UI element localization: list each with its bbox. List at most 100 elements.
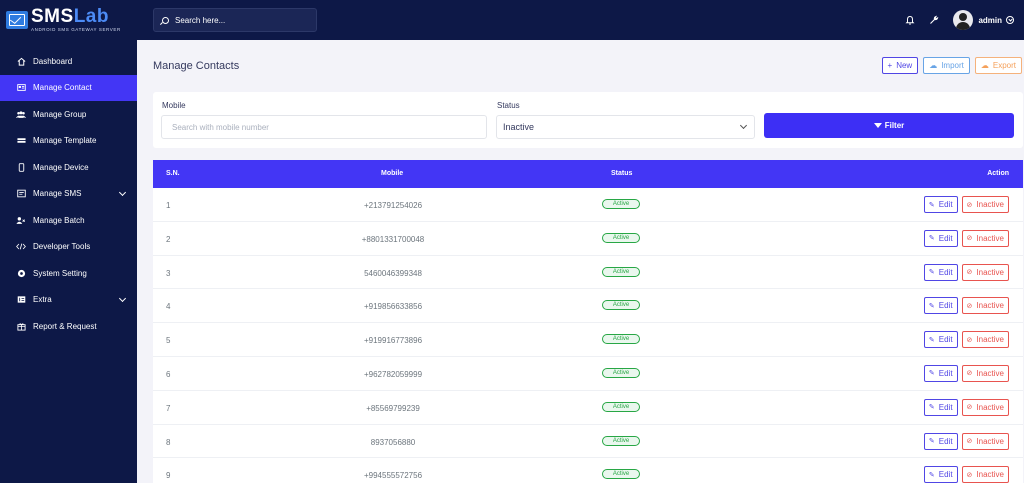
row-mobile: +919856633856 xyxy=(363,302,423,312)
avatar[interactable] xyxy=(953,10,974,30)
import-button[interactable]: ☁ Import xyxy=(923,57,970,74)
sidebar-item-manage-template[interactable]: Manage Template xyxy=(0,128,137,155)
wrench-icon[interactable] xyxy=(929,15,939,25)
eye-slash-icon: ⊘ xyxy=(966,336,973,344)
inactive-button[interactable]: ⊘ Inactive xyxy=(961,196,1009,213)
table-row: 7 +85569799239 Active ✎ Edit ⊘ Inactive xyxy=(153,391,1023,425)
edit-button[interactable]: ✎ Edit xyxy=(923,297,958,315)
eye-slash-icon: ⊘ xyxy=(966,201,973,209)
table-row: 6 +962782059999 Active ✎ Edit ⊘ Inactive xyxy=(153,357,1023,391)
sidebar-item-manage-batch[interactable]: Manage Batch xyxy=(0,207,137,234)
pencil-icon: ✎ xyxy=(928,235,935,243)
edit-button[interactable]: ✎ Edit xyxy=(923,398,958,416)
pencil-icon: ✎ xyxy=(928,370,935,378)
edit-button[interactable]: ✎ Edit xyxy=(923,364,958,382)
pencil-icon: ✎ xyxy=(928,471,935,479)
group-icon xyxy=(16,109,26,119)
cloud-upload-icon: ☁ xyxy=(929,61,938,70)
sidebar-item-extra[interactable]: Extra xyxy=(0,287,137,314)
status-badge: Active xyxy=(602,367,640,378)
topbar: admin xyxy=(137,0,1024,40)
status-badge: Active xyxy=(602,435,640,446)
inactive-button[interactable]: ⊘ Inactive xyxy=(961,466,1009,483)
page-title: Manage Contacts xyxy=(153,60,240,72)
status-badge: Active xyxy=(602,334,640,345)
sidebar: SMSLab ANDROID SMS GATEWAY SERVER Dashbo… xyxy=(0,0,137,483)
edit-button[interactable]: ✎ Edit xyxy=(923,196,958,213)
inactive-button[interactable]: ⊘ Inactive xyxy=(961,432,1009,450)
mobile-input[interactable] xyxy=(172,122,372,132)
brand-logo[interactable]: SMSLab ANDROID SMS GATEWAY SERVER xyxy=(0,0,137,40)
mobile-field[interactable] xyxy=(161,115,487,139)
user-name[interactable]: admin xyxy=(978,16,1002,25)
row-mobile: 5460046399348 xyxy=(364,268,422,278)
export-button[interactable]: ☁ Export xyxy=(974,57,1022,74)
table-header: S.N. Mobile Status Action xyxy=(153,160,1023,188)
batch-icon xyxy=(16,215,26,225)
edit-button[interactable]: ✎ Edit xyxy=(923,432,958,450)
search-box[interactable] xyxy=(153,8,317,32)
sidebar-item-dashboard[interactable]: Dashboard xyxy=(0,48,137,75)
home-icon xyxy=(16,56,26,66)
cloud-download-icon: ☁ xyxy=(980,61,989,70)
table-row: 1 +213791254026 Active ✎ Edit ⊘ Inactive xyxy=(153,188,1023,222)
row-mobile: +919916773896 xyxy=(363,336,423,346)
settings-icon xyxy=(16,268,26,278)
new-button[interactable]: + New xyxy=(881,57,919,74)
status-badge: Active xyxy=(602,469,640,480)
header-status: Status xyxy=(611,170,633,177)
row-actions: ✎ Edit ⊘ Inactive xyxy=(923,364,1009,382)
edit-button[interactable]: ✎ Edit xyxy=(923,466,958,483)
eye-slash-icon: ⊘ xyxy=(966,235,973,243)
sidebar-item-manage-group[interactable]: Manage Group xyxy=(0,101,137,128)
table-row: 4 +919856633856 Active ✎ Edit ⊘ Inactive xyxy=(153,289,1023,324)
header-sn: S.N. xyxy=(166,170,180,177)
edit-button[interactable]: ✎ Edit xyxy=(923,229,958,247)
sidebar-item-report-request[interactable]: Report & Request xyxy=(0,313,137,340)
row-sn: 2 xyxy=(166,234,171,244)
table-body: 1 +213791254026 Active ✎ Edit ⊘ Inactive 2 +8801… xyxy=(153,188,1023,483)
search-icon xyxy=(162,16,169,24)
brand-name: SMSLab xyxy=(31,6,109,28)
inactive-button[interactable]: ⊘ Inactive xyxy=(961,297,1009,315)
header-action: Action xyxy=(987,170,1009,177)
row-sn: 9 xyxy=(166,471,171,481)
chevron-down-icon[interactable] xyxy=(1006,16,1014,24)
inactive-button[interactable]: ⊘ Inactive xyxy=(961,364,1009,382)
eye-slash-icon: ⊘ xyxy=(966,471,973,479)
code-icon xyxy=(16,242,26,252)
status-badge: Active xyxy=(602,232,640,243)
chevron-down-icon xyxy=(118,294,127,302)
row-sn: 4 xyxy=(166,302,171,312)
inactive-button[interactable]: ⊘ Inactive xyxy=(961,263,1009,281)
phone-icon xyxy=(16,162,26,172)
row-mobile: +213791254026 xyxy=(363,201,423,210)
inactive-button[interactable]: ⊘ Inactive xyxy=(961,398,1009,416)
status-select[interactable]: Inactive xyxy=(496,115,755,139)
row-sn: 5 xyxy=(166,336,171,346)
notification-bell-icon[interactable] xyxy=(905,15,915,25)
sidebar-item-manage-contact[interactable]: Manage Contact xyxy=(0,74,137,101)
row-sn: 6 xyxy=(166,369,171,379)
filter-button[interactable]: Filter xyxy=(764,113,1014,138)
pencil-icon: ✎ xyxy=(928,404,935,412)
status-label: Status xyxy=(497,101,520,110)
search-input[interactable] xyxy=(175,15,305,25)
sidebar-item-system-setting[interactable]: System Setting xyxy=(0,260,137,287)
row-actions: ✎ Edit ⊘ Inactive xyxy=(923,229,1009,247)
eye-slash-icon: ⊘ xyxy=(966,438,973,446)
brand-tagline: ANDROID SMS GATEWAY SERVER xyxy=(31,27,121,33)
header-mobile: Mobile xyxy=(381,170,404,177)
edit-button[interactable]: ✎ Edit xyxy=(923,331,958,349)
sidebar-item-developer-tools[interactable]: Developer Tools xyxy=(0,234,137,261)
eye-slash-icon: ⊘ xyxy=(966,269,973,277)
sidebar-item-manage-sms[interactable]: Manage SMS xyxy=(0,181,137,208)
inactive-button[interactable]: ⊘ Inactive xyxy=(961,229,1009,247)
row-actions: ✎ Edit ⊘ Inactive xyxy=(923,297,1009,315)
eye-slash-icon: ⊘ xyxy=(966,404,973,412)
row-actions: ✎ Edit ⊘ Inactive xyxy=(923,263,1009,281)
edit-button[interactable]: ✎ Edit xyxy=(923,263,958,281)
inactive-button[interactable]: ⊘ Inactive xyxy=(961,331,1009,349)
eye-slash-icon: ⊘ xyxy=(966,302,973,310)
sidebar-item-manage-device[interactable]: Manage Device xyxy=(0,154,137,181)
